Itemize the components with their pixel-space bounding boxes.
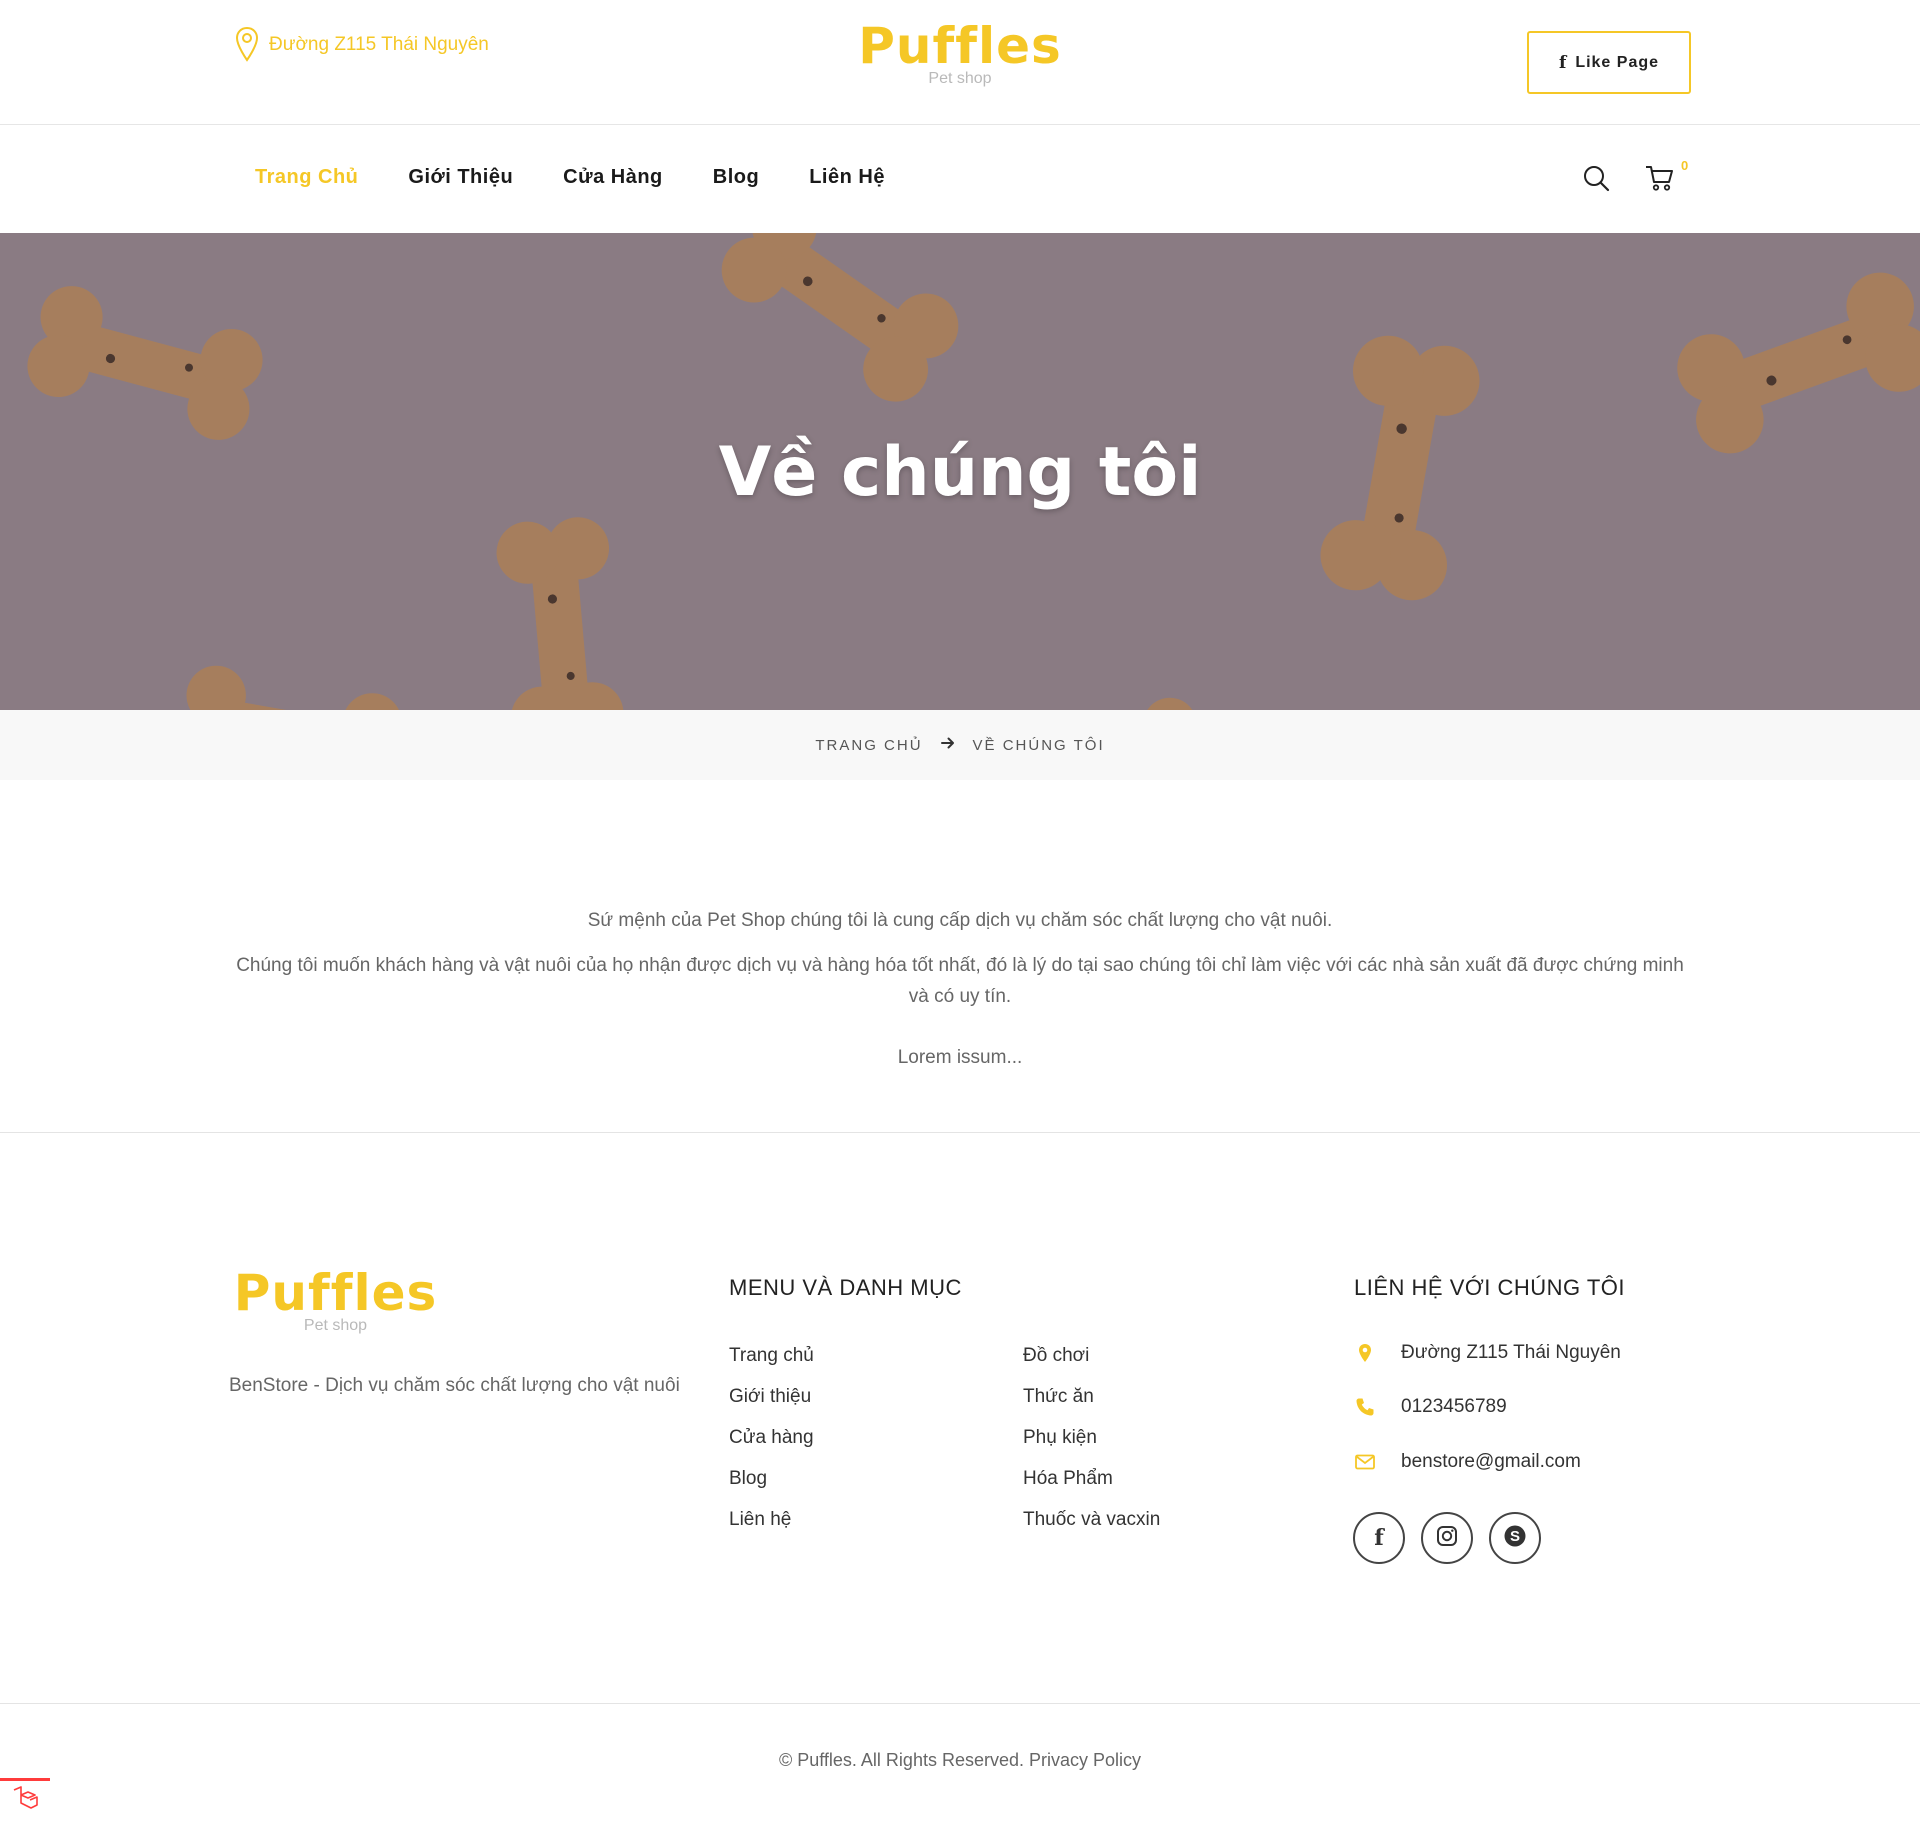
nav-menu: Trang Chủ Giới Thiệu Cửa Hàng Blog Liên … bbox=[255, 166, 885, 189]
facebook-icon: f bbox=[1558, 52, 1568, 73]
about-paragraph-detail: Chúng tôi muốn khách hàng và vật nuôi củ… bbox=[236, 955, 1684, 1007]
logo-text: Puffles bbox=[858, 17, 1062, 75]
header-address: Đường Z115 Thái Nguyên bbox=[235, 26, 489, 64]
instagram-social-button[interactable] bbox=[1421, 1512, 1473, 1564]
footer-link-contact[interactable]: Liên hệ bbox=[729, 1509, 814, 1550]
cart-count-badge: 0 bbox=[1681, 158, 1689, 173]
footer-link-home[interactable]: Trang chủ bbox=[729, 1345, 814, 1386]
nav-item-home[interactable]: Trang Chủ bbox=[255, 166, 358, 189]
site-logo[interactable]: Puffles Pet shop bbox=[855, 18, 1065, 88]
svg-text:S: S bbox=[1510, 1528, 1520, 1545]
facebook-social-button[interactable]: f bbox=[1353, 1512, 1405, 1564]
footer-contact-email: benstore@gmail.com bbox=[1355, 1451, 1581, 1473]
footer-description: BenStore - Dịch vụ chăm sóc chất lượng c… bbox=[229, 1375, 680, 1396]
nav-item-contact[interactable]: Liên Hệ bbox=[809, 166, 885, 189]
footer-phone-text[interactable]: 0123456789 bbox=[1401, 1396, 1507, 1418]
footer-address-text: Đường Z115 Thái Nguyên bbox=[1401, 1342, 1621, 1363]
header-address-text: Đường Z115 Thái Nguyên bbox=[269, 34, 489, 55]
main-nav: Trang Chủ Giới Thiệu Cửa Hàng Blog Liên … bbox=[0, 126, 1920, 233]
footer-contact-phone: 0123456789 bbox=[1355, 1396, 1507, 1418]
about-paragraph-lorem: Lorem issum... bbox=[897, 1047, 1023, 1068]
footer-logo-text: Puffles bbox=[233, 1264, 438, 1322]
footer-email-text[interactable]: benstore@gmail.com bbox=[1401, 1451, 1581, 1473]
hero-banner: Về chúng tôi bbox=[0, 233, 1920, 710]
footer-link-blog[interactable]: Blog bbox=[729, 1468, 814, 1509]
skype-social-button[interactable]: S bbox=[1489, 1512, 1541, 1564]
footer-copyright: © Puffles. All Rights Reserved. Privacy … bbox=[778, 1750, 1142, 1770]
skype-icon: S bbox=[1503, 1524, 1527, 1553]
footer-link-about[interactable]: Giới thiệu bbox=[729, 1386, 814, 1427]
arrow-right-icon bbox=[940, 736, 955, 754]
nav-item-blog[interactable]: Blog bbox=[713, 166, 759, 189]
footer-logo[interactable]: Puffles Pet shop bbox=[228, 1265, 443, 1335]
like-page-button[interactable]: f Like Page bbox=[1527, 31, 1691, 94]
footer-link-shop[interactable]: Cửa hàng bbox=[729, 1427, 814, 1468]
search-icon[interactable] bbox=[1582, 164, 1610, 197]
footer-menu-pages: Trang chủ Giới thiệu Cửa hàng Blog Liên … bbox=[729, 1345, 814, 1550]
footer-link-accessories[interactable]: Phụ kiện bbox=[1023, 1427, 1160, 1468]
laravel-icon bbox=[11, 1785, 39, 1817]
footer-contact-heading: LIÊN HỆ VỚI CHÚNG TÔI bbox=[1354, 1275, 1625, 1300]
footer-link-toys[interactable]: Đồ chơi bbox=[1023, 1345, 1160, 1386]
breadcrumb-current: VỀ CHÚNG TÔI bbox=[972, 736, 1105, 754]
about-content: Sứ mệnh của Pet Shop chúng tôi là cung c… bbox=[230, 905, 1690, 1087]
nav-item-shop[interactable]: Cửa Hàng bbox=[563, 166, 663, 189]
breadcrumb: TRANG CHỦ VỀ CHÚNG TÔI bbox=[0, 710, 1920, 780]
nav-item-about[interactable]: Giới Thiệu bbox=[408, 166, 513, 189]
footer-contact-address: Đường Z115 Thái Nguyên bbox=[1355, 1342, 1621, 1364]
about-paragraph-mission: Sứ mệnh của Pet Shop chúng tôi là cung c… bbox=[587, 910, 1333, 931]
content-divider bbox=[0, 1132, 1920, 1133]
instagram-icon bbox=[1436, 1525, 1458, 1552]
email-icon bbox=[1355, 1454, 1375, 1470]
footer-link-cosmetics[interactable]: Hóa Phẩm bbox=[1023, 1468, 1160, 1509]
debugbar-toggle[interactable] bbox=[0, 1778, 50, 1821]
breadcrumb-home[interactable]: TRANG CHỦ bbox=[815, 737, 922, 754]
footer-divider bbox=[0, 1703, 1920, 1704]
footer-link-food[interactable]: Thức ăn bbox=[1023, 1386, 1160, 1427]
top-bar: Đường Z115 Thái Nguyên Puffles Pet shop … bbox=[0, 0, 1920, 125]
footer-menu-categories: Đồ chơi Thức ăn Phụ kiện Hóa Phẩm Thuốc … bbox=[1023, 1345, 1160, 1550]
like-page-label: Like Page bbox=[1575, 53, 1660, 71]
facebook-icon: f bbox=[1374, 1525, 1384, 1551]
phone-icon bbox=[1355, 1397, 1375, 1417]
footer-link-medicine[interactable]: Thuốc và vacxin bbox=[1023, 1509, 1160, 1550]
location-pin-icon bbox=[1355, 1343, 1375, 1363]
hero-title: Về chúng tôi bbox=[718, 433, 1202, 512]
footer-menu-heading: MENU VÀ DANH MỤC bbox=[729, 1275, 962, 1300]
cart-icon[interactable] bbox=[1645, 164, 1675, 197]
location-pin-icon bbox=[235, 26, 259, 64]
